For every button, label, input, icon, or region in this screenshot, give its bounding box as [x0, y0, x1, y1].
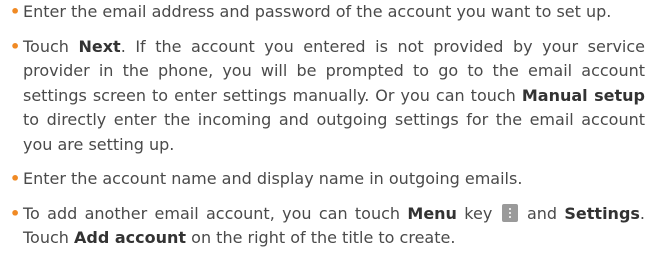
add-account-label: Add account [74, 228, 187, 247]
next-label: Next [78, 36, 121, 56]
step-text: and [519, 203, 565, 223]
step-text: Enter the email address and password of … [23, 2, 612, 21]
step-text: key [456, 203, 500, 223]
list-item: • To add another email account, you can … [10, 202, 645, 251]
list-item: • Enter the account name and display nam… [10, 167, 645, 192]
bullet: • [10, 169, 21, 188]
step-text: Enter the account name and display name … [23, 169, 523, 188]
settings-label: Settings [564, 203, 640, 223]
bullet: • [10, 2, 21, 21]
instruction-list: • Enter the email address and password o… [0, 0, 651, 261]
manual-page: • Enter the email address and password o… [0, 0, 651, 276]
menu-label: Menu [407, 203, 457, 223]
step-text: Touch [23, 36, 79, 56]
manual-setup-label: Manual setup [521, 85, 645, 105]
list-item: • Touch Next. If the account you entered… [10, 35, 645, 158]
menu-dots-icon [501, 203, 518, 222]
bullet: • [10, 203, 21, 223]
bullet: • [10, 36, 21, 56]
step-text: To add another email account, you can to… [23, 203, 408, 223]
step-text: on the right of the title to create. [186, 228, 456, 247]
list-item: • Enter the email address and password o… [10, 0, 645, 25]
step-text: to directly enter the incoming and outgo… [23, 110, 645, 154]
